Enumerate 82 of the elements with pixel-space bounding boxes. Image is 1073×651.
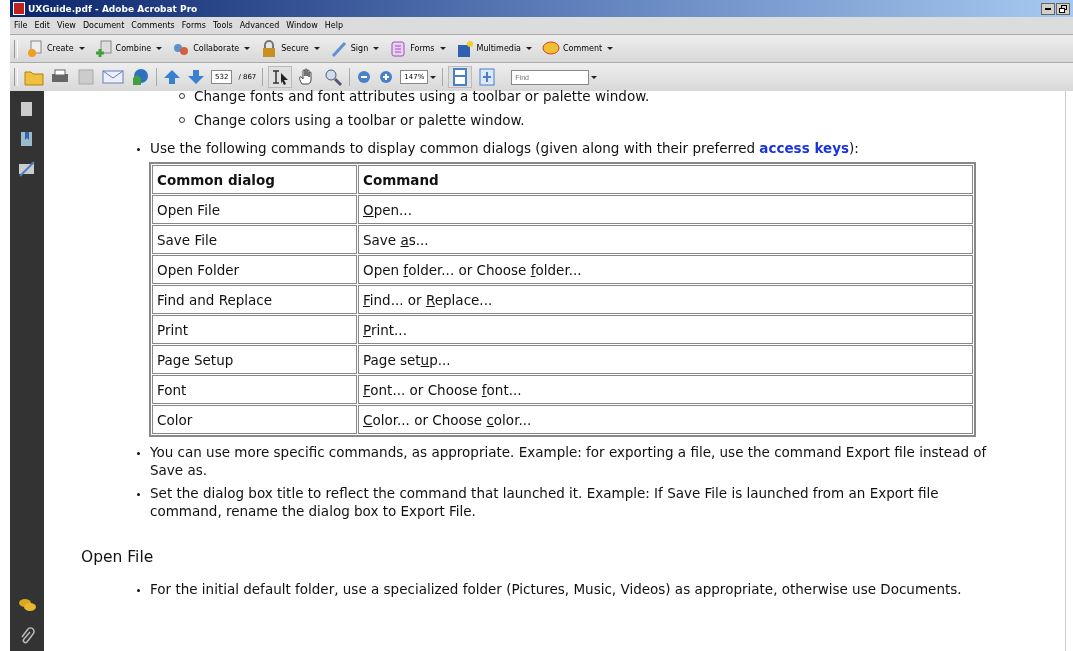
- table-cell: Print...: [358, 315, 973, 344]
- toolbar-button[interactable]: Collaborate: [170, 39, 253, 58]
- menu-item[interactable]: View: [56, 21, 76, 30]
- bullet-icon: [137, 493, 140, 496]
- zoom-out-icon[interactable]: [356, 69, 373, 85]
- menu-item[interactable]: Help: [324, 21, 344, 30]
- caret-icon: [313, 47, 320, 50]
- section-heading: Open File: [81, 548, 155, 566]
- caret-icon[interactable]: [591, 75, 598, 79]
- caret-icon: [607, 47, 614, 50]
- up-arrow-icon[interactable]: [163, 68, 181, 86]
- table-cell: Save as...: [358, 225, 973, 254]
- caret-icon[interactable]: [430, 75, 437, 79]
- form-icon: [389, 39, 408, 58]
- caret-icon: [78, 47, 85, 50]
- toolbar-button[interactable]: Comment: [540, 39, 616, 58]
- window-title: UXGuide.pdf - Adobe Acrobat Pro: [28, 3, 198, 14]
- table-cell: Open folder... or Choose folder...: [358, 255, 973, 284]
- list-item-text: Change colors using a toolbar or palette window.: [194, 111, 525, 129]
- bullet-icon: [137, 148, 140, 151]
- paperclip-icon[interactable]: [19, 627, 35, 645]
- access-keys-link[interactable]: access keys: [759, 140, 849, 156]
- table-cell: Color... or Choose color...: [358, 405, 973, 434]
- table-cell: Find... or Replace...: [358, 285, 973, 314]
- table-header-cell: Common dialog: [152, 165, 357, 194]
- speech-bubble-icon: [542, 39, 560, 58]
- page-view-icon[interactable]: [449, 67, 472, 87]
- menu-item[interactable]: File: [14, 21, 28, 30]
- table-cell: Open...: [358, 195, 973, 224]
- table-cell: Open File: [152, 195, 357, 224]
- speech-bubbles-icon[interactable]: [18, 597, 36, 613]
- toolbar-button[interactable]: Combine: [92, 39, 165, 58]
- minimize-icon: [1045, 7, 1051, 10]
- documents-plus-icon: [94, 39, 113, 58]
- caret-icon: [156, 47, 163, 50]
- table-cell: Save File: [152, 225, 357, 254]
- menu-item[interactable]: Document: [82, 21, 125, 30]
- pages-icon[interactable]: [20, 101, 34, 117]
- minimize-button[interactable]: [1041, 2, 1055, 15]
- toolbar-button[interactable]: Secure: [258, 39, 322, 58]
- table-cell: Page setup...: [358, 345, 973, 374]
- table-cell: Open Folder: [152, 255, 357, 284]
- signature-icon[interactable]: [18, 161, 36, 177]
- toolbar-button[interactable]: Create: [24, 39, 87, 58]
- zoom-in-icon[interactable]: [378, 69, 395, 85]
- table-cell: Find and Replace: [152, 285, 357, 314]
- bullet-icon: [137, 589, 140, 592]
- caret-icon: [373, 47, 380, 50]
- pen-icon: [329, 39, 348, 58]
- menu-item[interactable]: Comments: [131, 21, 175, 30]
- list-item-text: For the initial default folder, use a specialized folder (Pictures, Music, Videos) as appropriate, otherwise use Documents.: [150, 580, 962, 598]
- zoom-tool-icon[interactable]: [323, 67, 344, 87]
- toolbar-button[interactable]: Multimedia: [453, 39, 534, 58]
- menu-item[interactable]: Advanced: [239, 21, 280, 30]
- pdf-icon: [13, 2, 25, 15]
- table-cell: Font... or Choose font...: [358, 375, 973, 404]
- menu-item[interactable]: Window: [286, 21, 318, 30]
- list-item-text: You can use more specific commands, as appropriate. Example: for exporting a file, use the command Export file instead of Save as.: [150, 443, 988, 479]
- text-cursor-icon[interactable]: [269, 67, 292, 87]
- caret-icon: [526, 47, 532, 50]
- menu-item[interactable]: Tools: [213, 21, 233, 30]
- toolbar-button[interactable]: Sign: [327, 39, 382, 58]
- table-cell: Color: [152, 405, 357, 434]
- list-item-text: Use the following commands to display common dialogs (given along with their preferred access keys):: [150, 139, 859, 157]
- bookmark-icon[interactable]: [20, 131, 34, 147]
- restore-icon: [1059, 4, 1067, 13]
- globe-icon[interactable]: [130, 68, 150, 86]
- bullet-icon: [137, 452, 140, 455]
- list-item-text: Set the dialog box title to reflect the command that launched it. Example: If Save File is launched from an Export file command, rename the dialog box to Export File.: [150, 484, 940, 520]
- caret-icon: [439, 47, 446, 50]
- menu-item[interactable]: Forms: [181, 21, 207, 30]
- table-cell: Print: [152, 315, 357, 344]
- caret-icon: [244, 47, 251, 50]
- table-cell: Page Setup: [152, 345, 357, 374]
- table-header-cell: Command: [358, 165, 973, 194]
- table-cell: Font: [152, 375, 357, 404]
- list-item-text: Change fonts and font attributes using a toolbar or palette window.: [194, 90, 650, 102]
- menu-item[interactable]: Edit: [34, 21, 50, 30]
- toolbar-button[interactable]: Forms: [387, 39, 448, 58]
- down-arrow-icon[interactable]: [187, 68, 205, 86]
- restore-button[interactable]: [1056, 2, 1070, 15]
- fit-page-icon[interactable]: [477, 67, 498, 87]
